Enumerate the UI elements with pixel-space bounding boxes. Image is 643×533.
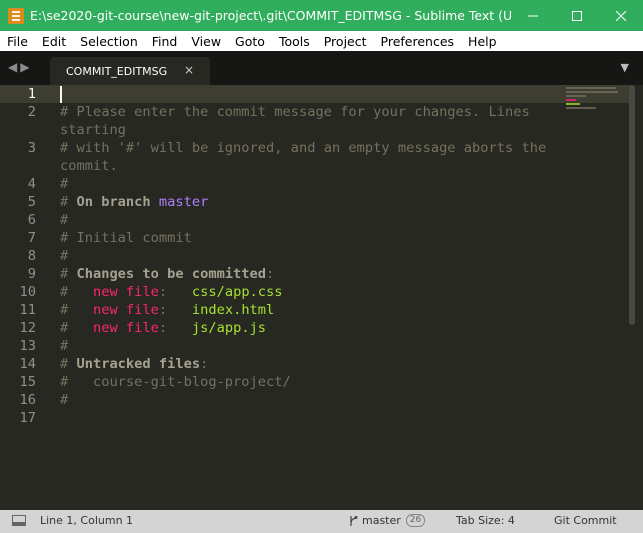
chevron-left-icon[interactable]: ◀	[8, 60, 20, 74]
file-name: index.html	[191, 302, 275, 318]
menu-file[interactable]: File	[0, 34, 35, 49]
comment-hash: #	[60, 194, 77, 210]
menu-tools[interactable]: Tools	[272, 34, 317, 49]
comment-hash: #	[60, 302, 93, 318]
title-bar: E:\se2020-git-course\new-git-project\.gi…	[0, 0, 643, 31]
menu-help[interactable]: Help	[461, 34, 504, 49]
panel-toggle-icon[interactable]	[12, 515, 26, 526]
comment-hash: #	[60, 266, 77, 282]
line-number: 14	[19, 356, 36, 372]
code-line: #	[60, 212, 69, 228]
current-line-highlight	[0, 85, 630, 103]
chevron-right-icon[interactable]: ▶	[20, 60, 32, 74]
tab-bar: ◀▶ COMMIT_EDITMSG × ▼	[0, 51, 643, 85]
comment-hash: #	[60, 320, 93, 336]
line-number: 7	[27, 230, 36, 246]
line-number: 17	[19, 410, 36, 426]
section-heading: Changes to be committed	[76, 266, 267, 282]
code-line: #	[60, 392, 69, 408]
colon: :	[266, 266, 275, 282]
status-bar: Line 1, Column 1 master 26 Tab Size: 4 G…	[0, 510, 643, 533]
code-line: # new file: index.html	[60, 301, 274, 319]
menu-bar: File Edit Selection Find View Goto Tools…	[0, 31, 643, 51]
code-line: #	[60, 248, 69, 264]
menu-project[interactable]: Project	[317, 34, 374, 49]
file-status: new file	[92, 320, 159, 336]
line-number: 10	[19, 284, 36, 300]
maximize-button[interactable]	[555, 0, 599, 31]
code-line: # On branch master	[60, 193, 208, 211]
minimap[interactable]	[566, 87, 622, 127]
colon: :	[158, 302, 192, 318]
line-number: 11	[19, 302, 36, 318]
colon: :	[200, 356, 209, 372]
close-icon	[616, 10, 626, 21]
cursor-position[interactable]: Line 1, Column 1	[40, 514, 133, 527]
code-line-wrap: starting	[60, 122, 126, 138]
tab-close-icon[interactable]: ×	[184, 63, 194, 77]
vertical-scrollbar[interactable]	[629, 85, 635, 325]
menu-edit[interactable]: Edit	[35, 34, 73, 49]
line-number: 5	[27, 194, 36, 210]
line-number: 16	[19, 392, 36, 408]
tab-nav-arrows[interactable]: ◀▶	[8, 60, 32, 74]
code-line: # Changes to be committed:	[60, 265, 274, 283]
menu-preferences[interactable]: Preferences	[374, 34, 462, 49]
line-number: 4	[27, 176, 36, 192]
menu-selection[interactable]: Selection	[73, 34, 145, 49]
git-branch-icon	[350, 515, 358, 526]
code-line: # new file: css/app.css	[60, 283, 283, 301]
branch-name: master	[158, 194, 209, 210]
code-line: # Untracked files:	[60, 355, 208, 373]
line-number: 15	[19, 374, 36, 390]
tab-dropdown-icon[interactable]: ▼	[621, 61, 629, 74]
menu-find[interactable]: Find	[145, 34, 185, 49]
maximize-icon	[572, 10, 582, 21]
minimize-button[interactable]	[511, 0, 555, 31]
line-number: 1	[27, 86, 36, 102]
code-line: # course-git-blog-project/	[60, 374, 291, 390]
line-number: 2	[27, 104, 36, 120]
file-name: css/app.css	[191, 284, 283, 300]
menu-view[interactable]: View	[184, 34, 228, 49]
code-line: # new file: js/app.js	[60, 319, 266, 337]
sublime-app-icon	[8, 7, 24, 24]
file-status: new file	[92, 284, 159, 300]
branch-name: master	[362, 514, 401, 527]
minimize-icon	[528, 15, 538, 16]
branch-label: On branch	[76, 194, 151, 210]
code-line: # Initial commit	[60, 230, 192, 246]
tab-commit-editmsg[interactable]: COMMIT_EDITMSG ×	[50, 57, 210, 85]
code-line: # with '#' will be ignored, and an empty…	[60, 140, 547, 156]
colon: :	[158, 284, 192, 300]
close-button[interactable]	[599, 0, 643, 31]
line-number: 12	[19, 320, 36, 336]
text-cursor	[60, 86, 62, 103]
window-title: E:\se2020-git-course\new-git-project\.gi…	[30, 8, 511, 23]
line-number: 9	[27, 266, 36, 282]
git-branch-indicator[interactable]: master 26	[348, 514, 426, 527]
comment-hash: #	[60, 356, 77, 372]
line-number: 3	[27, 140, 36, 156]
line-number: 8	[27, 248, 36, 264]
section-heading: Untracked files	[76, 356, 201, 372]
colon: :	[158, 320, 192, 336]
line-number: 13	[19, 338, 36, 354]
code-line: #	[60, 338, 69, 354]
code-line: #	[60, 176, 69, 192]
branch-count-badge: 26	[405, 514, 426, 527]
file-status: new file	[92, 302, 159, 318]
menu-goto[interactable]: Goto	[228, 34, 272, 49]
line-number: 6	[27, 212, 36, 228]
tab-size-selector[interactable]: Tab Size: 4	[456, 514, 515, 527]
tab-label: COMMIT_EDITMSG	[66, 64, 168, 78]
file-name: js/app.js	[191, 320, 267, 336]
code-line: # Please enter the commit message for yo…	[60, 104, 530, 120]
code-line-wrap: commit.	[60, 158, 118, 174]
comment-hash: #	[60, 284, 93, 300]
editor[interactable]: 1 2 3 4 5 6 7 8 9 10 11 12 13 14 15 16 1…	[0, 85, 643, 510]
syntax-selector[interactable]: Git Commit	[554, 514, 617, 527]
